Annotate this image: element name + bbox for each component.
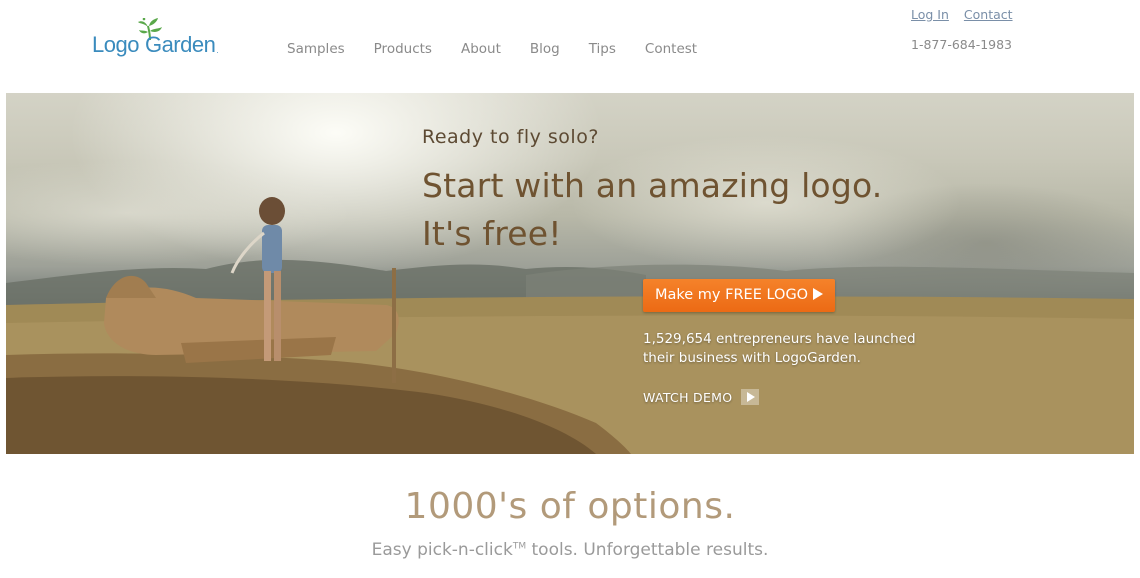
options-subheading: Easy pick-n-clickTM tools. Unforgettable… xyxy=(371,540,769,560)
hero-tagline: Ready to fly solo? xyxy=(422,126,599,148)
play-icon xyxy=(741,389,760,405)
main-nav: Samples Products About Blog Tips Contest xyxy=(287,41,726,57)
watch-demo-link[interactable]: WATCH DEMO xyxy=(643,389,760,405)
hero-copy: Ready to fly solo? Start with an amazing… xyxy=(422,126,1062,258)
nav-about[interactable]: About xyxy=(461,41,501,57)
cta-label: Make my FREE LOGO xyxy=(655,287,809,303)
stats-line-2: their business with LogoGarden. xyxy=(643,350,861,366)
nav-contest[interactable]: Contest xyxy=(645,41,697,57)
logo-text: Logo Garden. xyxy=(92,32,219,57)
login-link[interactable]: Log In xyxy=(911,7,949,22)
make-free-logo-button[interactable]: Make my FREE LOGO xyxy=(643,279,836,312)
entrepreneur-stats: 1,529,654 entrepreneurs have launched th… xyxy=(643,330,953,368)
watch-demo-label: WATCH DEMO xyxy=(643,390,733,405)
utility-links: Log In Contact xyxy=(911,7,1024,22)
play-arrow-icon xyxy=(813,288,824,300)
headline-line-2: It's free! xyxy=(422,214,562,253)
site-header: Logo Garden. Samples Products About Blog … xyxy=(0,0,1140,93)
options-heading: 1000's of options. xyxy=(404,486,736,527)
hero-banner: Ready to fly solo? Start with an amazing… xyxy=(6,93,1134,454)
nav-products[interactable]: Products xyxy=(374,41,432,57)
nav-blog[interactable]: Blog xyxy=(530,41,560,57)
contact-link[interactable]: Contact xyxy=(964,7,1013,22)
nav-samples[interactable]: Samples xyxy=(287,41,345,57)
nav-tips[interactable]: Tips xyxy=(589,41,616,57)
stats-line-1: 1,529,654 entrepreneurs have launched xyxy=(643,331,916,347)
hero-headline: Start with an amazing logo. It's free! xyxy=(422,162,1062,258)
trademark-mark: TM xyxy=(512,541,527,552)
headline-line-1: Start with an amazing logo. xyxy=(422,166,883,205)
logo[interactable]: Logo Garden. xyxy=(92,18,242,58)
phone-number: 1-877-684-1983 xyxy=(911,37,1013,52)
